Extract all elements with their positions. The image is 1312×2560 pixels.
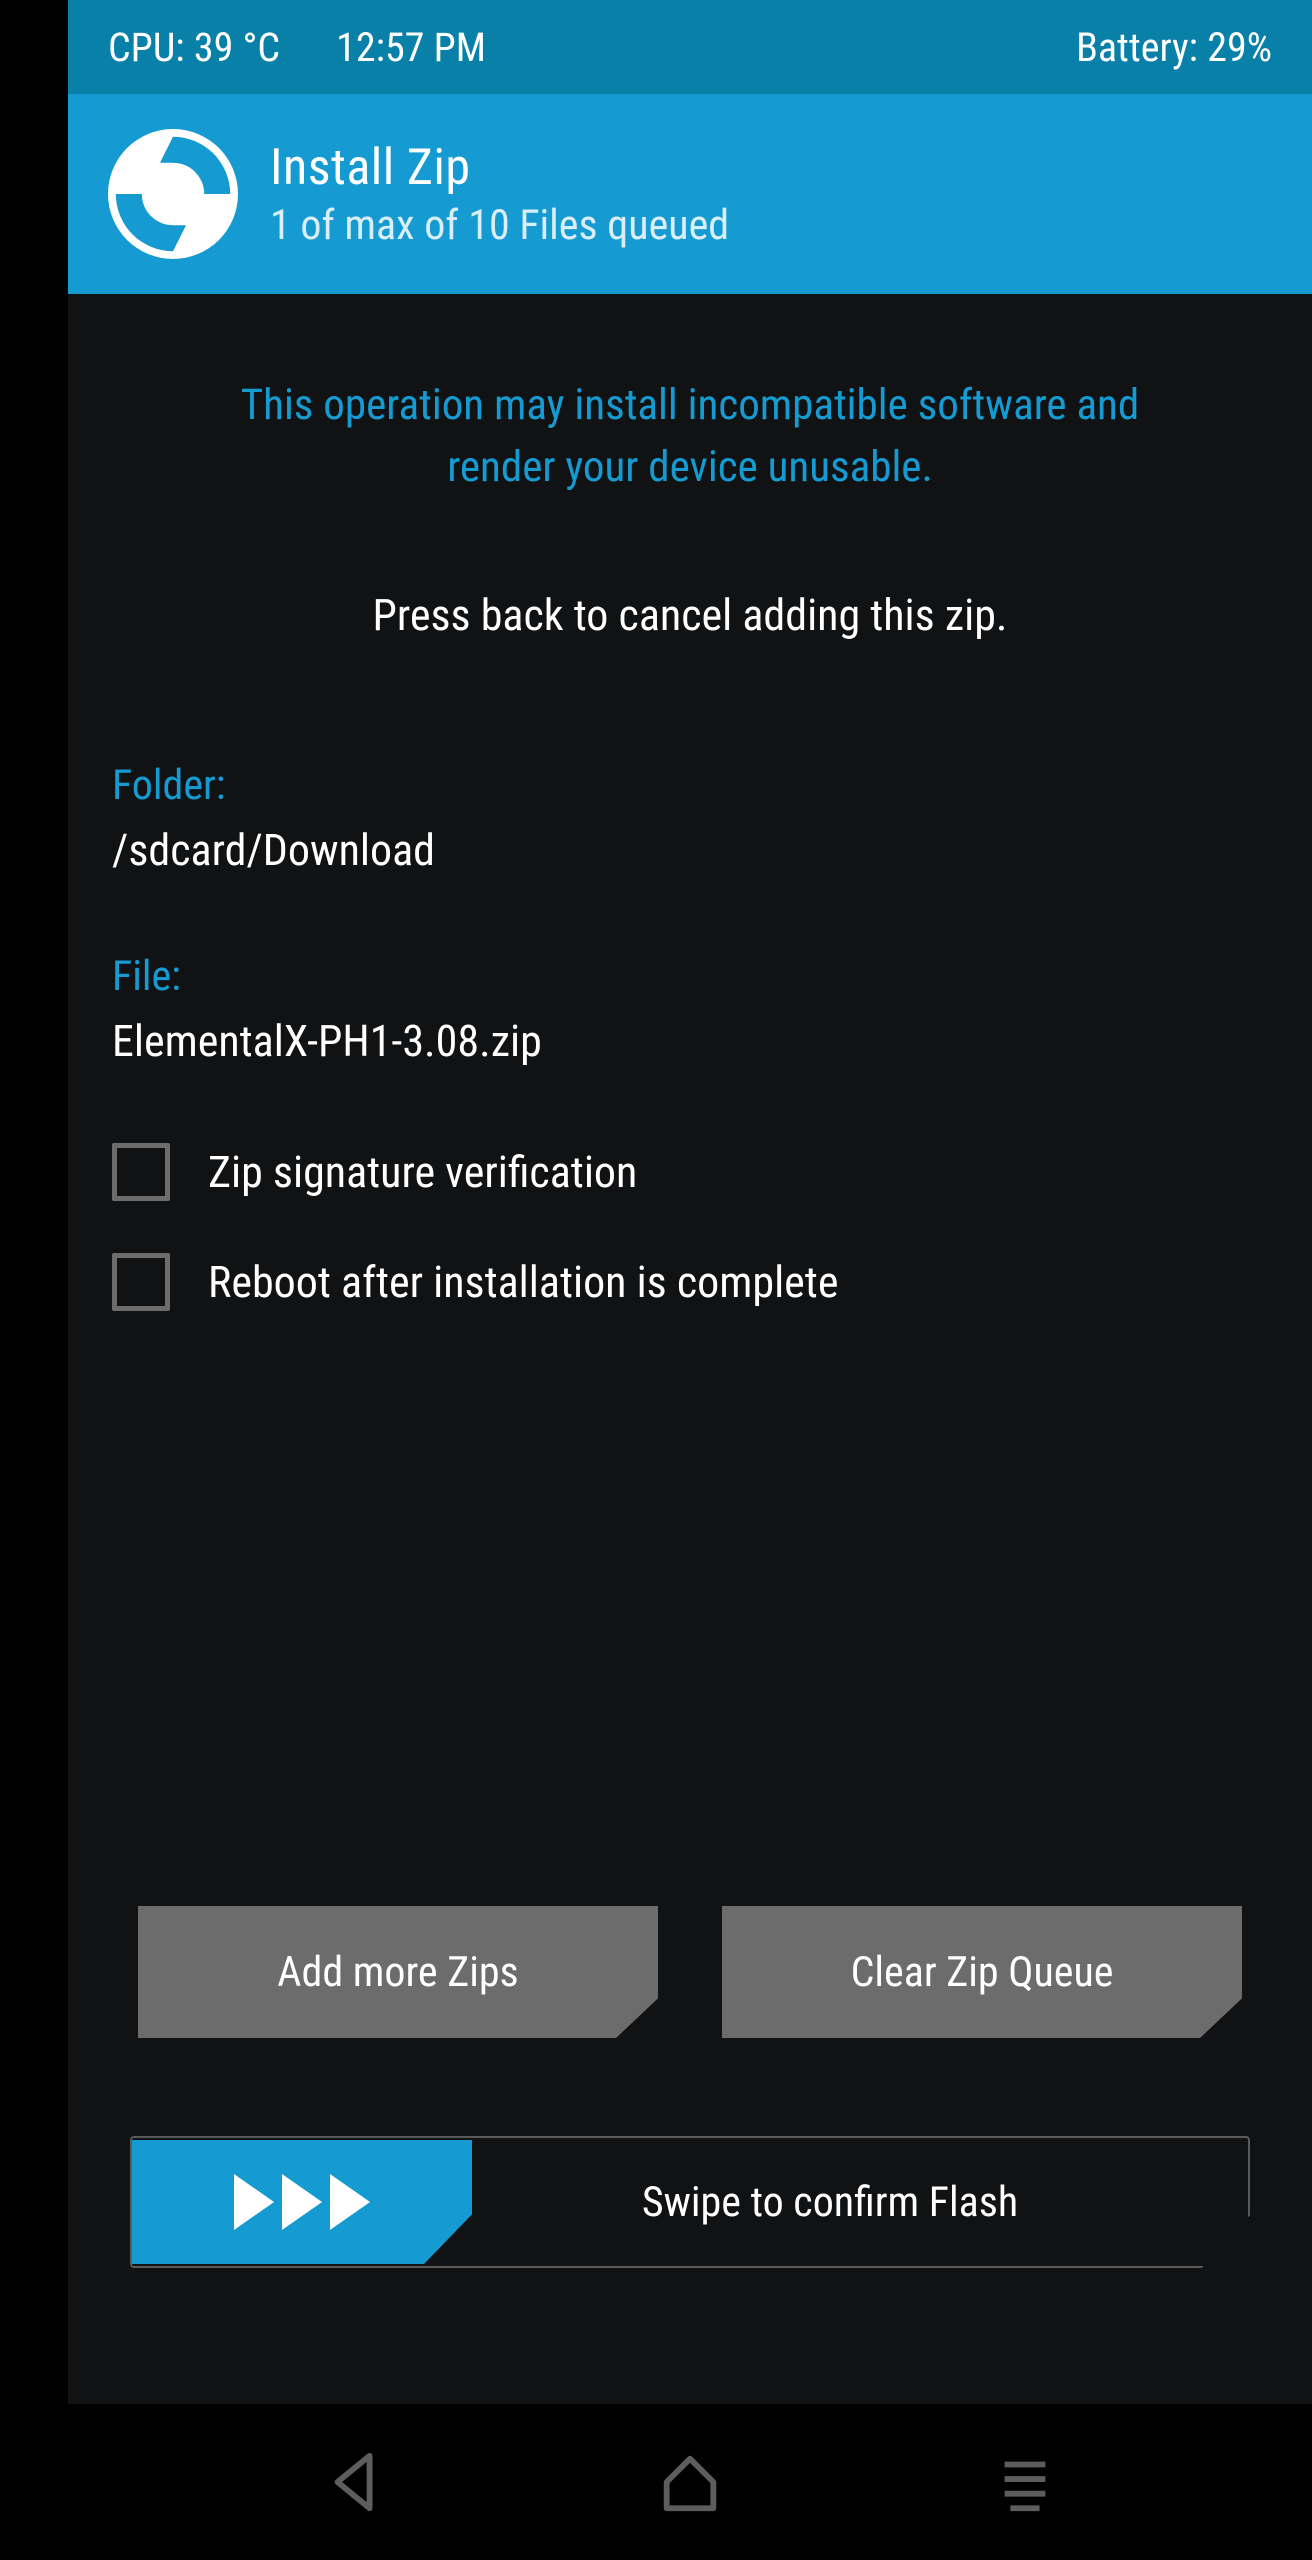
checkbox-icon	[112, 1143, 170, 1201]
reboot-after-checkbox-row[interactable]: Reboot after installation is complete	[112, 1253, 1268, 1311]
folder-label: Folder:	[112, 761, 1268, 810]
twrp-logo-icon	[108, 129, 238, 259]
add-more-zips-button[interactable]: Add more Zips	[138, 1906, 658, 2038]
arrow-icon	[282, 2174, 322, 2230]
content-area: This operation may install incompatible …	[68, 294, 1312, 2368]
checkbox-icon	[112, 1253, 170, 1311]
button-label: Add more Zips	[277, 1948, 518, 1997]
battery-level: Battery: 29%	[1076, 24, 1272, 71]
header-titles: Install Zip 1 of max of 10 Files queued	[270, 139, 729, 250]
back-button[interactable]	[320, 2447, 390, 2517]
file-label: File:	[112, 952, 1268, 1001]
menu-icon	[990, 2447, 1060, 2517]
home-icon	[655, 2447, 725, 2517]
clock: 12:57 PM	[336, 24, 486, 71]
arrow-icon	[330, 2174, 370, 2230]
swipe-handle[interactable]	[132, 2140, 472, 2264]
swipe-to-flash-slider[interactable]: Swipe to confirm Flash	[130, 2136, 1250, 2268]
swipe-label: Swipe to confirm Flash	[472, 2178, 1248, 2227]
zip-signature-checkbox-row[interactable]: Zip signature verification	[112, 1143, 1268, 1201]
button-label: Clear Zip Queue	[851, 1948, 1114, 1997]
warning-text: This operation may install incompatible …	[240, 374, 1140, 499]
reboot-after-label: Reboot after installation is complete	[208, 1256, 838, 1308]
page-title: Install Zip	[270, 139, 729, 197]
cancel-hint: Press back to cancel adding this zip.	[372, 589, 1007, 641]
menu-button[interactable]	[990, 2447, 1060, 2517]
queue-status: 1 of max of 10 Files queued	[270, 201, 729, 250]
app-header: Install Zip 1 of max of 10 Files queued	[68, 94, 1312, 294]
folder-path: /sdcard/Download	[112, 824, 1268, 876]
back-icon	[320, 2447, 390, 2517]
navigation-bar	[68, 2404, 1312, 2560]
status-bar: CPU: 39 °C 12:57 PM Battery: 29%	[68, 0, 1312, 94]
clear-zip-queue-button[interactable]: Clear Zip Queue	[722, 1906, 1242, 2038]
home-button[interactable]	[655, 2447, 725, 2517]
action-buttons: Add more Zips Clear Zip Queue	[112, 1906, 1268, 2038]
screen: CPU: 39 °C 12:57 PM Battery: 29% Install…	[68, 0, 1312, 2560]
file-name: ElementalX-PH1-3.08.zip	[112, 1015, 1268, 1067]
zip-signature-label: Zip signature verification	[208, 1146, 637, 1198]
arrow-icon	[234, 2174, 274, 2230]
status-bar-left: CPU: 39 °C 12:57 PM	[108, 24, 486, 71]
cpu-temp: CPU: 39 °C	[108, 24, 280, 71]
